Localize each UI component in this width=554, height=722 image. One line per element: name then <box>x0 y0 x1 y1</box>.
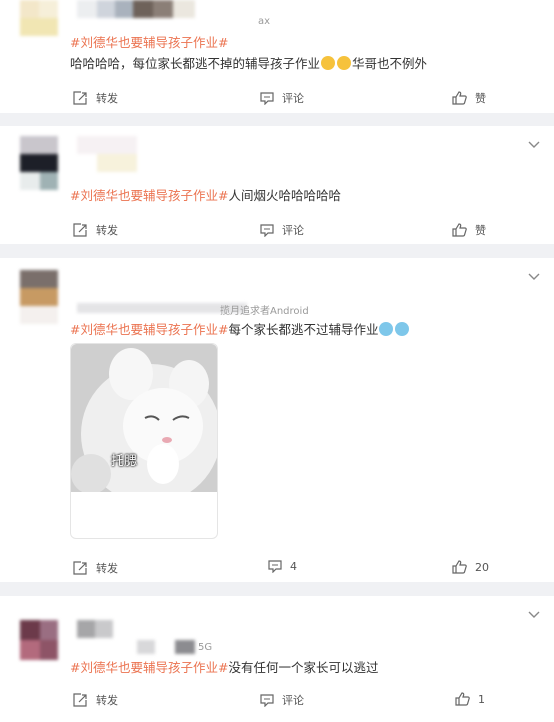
hashtag-link[interactable]: #刘德华也要辅导孩子作业# <box>70 660 228 675</box>
post-card: 5G #刘德华也要辅导孩子作业#没有任何一个家长可以逃过 转发 评论 1 <box>0 596 554 722</box>
laughing-emoji-icon <box>321 56 336 70</box>
avatar[interactable] <box>20 270 58 324</box>
comment-button[interactable]: 评论 <box>260 692 304 708</box>
post-image[interactable]: 托腮 <box>70 343 218 539</box>
comment-icon <box>268 560 282 573</box>
like-button[interactable]: 赞 <box>452 90 486 106</box>
crying-emoji-icon <box>379 322 394 336</box>
post-text: 哈哈哈哈，每位家长都逃不掉的辅导孩子作业 华哥也不例外 <box>70 56 428 71</box>
repost-button[interactable]: 转发 <box>72 222 118 238</box>
crying-emoji-icon <box>395 322 410 336</box>
avatar[interactable] <box>20 0 58 36</box>
thumbs-up-icon <box>455 692 470 706</box>
chevron-down-icon[interactable] <box>528 141 540 149</box>
post-text: #刘德华也要辅导孩子作业#人间烟火哈哈哈哈哈 <box>70 188 341 203</box>
like-button[interactable]: 20 <box>452 560 489 574</box>
avatar[interactable] <box>20 136 58 190</box>
post-text: #刘德华也要辅导孩子作业#每个家长都逃不过辅导作业 <box>70 322 410 338</box>
thumbs-up-icon <box>452 223 467 237</box>
post-meta: 揽月追求者Android <box>220 306 309 317</box>
cat-image: 托腮 <box>71 344 217 492</box>
share-icon <box>72 561 88 575</box>
repost-button[interactable]: 转发 <box>72 560 118 576</box>
hashtag-link[interactable]: #刘德华也要辅导孩子作业# <box>70 322 228 337</box>
share-icon <box>72 91 88 105</box>
post-meta: 5G <box>198 642 213 653</box>
image-caption: 托腮 <box>111 454 138 469</box>
chevron-down-icon[interactable] <box>528 273 540 281</box>
post-meta: ax <box>258 16 271 27</box>
share-icon <box>72 693 88 707</box>
like-button[interactable]: 赞 <box>452 222 486 238</box>
post-card: ax #刘德华也要辅导孩子作业# 哈哈哈哈，每位家长都逃不掉的辅导孩子作业 华哥也… <box>0 0 554 113</box>
share-icon <box>72 223 88 237</box>
comment-button[interactable]: 4 <box>268 560 297 573</box>
thumbs-up-icon <box>452 91 467 105</box>
post-card: #刘德华也要辅导孩子作业#人间烟火哈哈哈哈哈 转发 评论 赞 <box>0 126 554 244</box>
post-text: #刘德华也要辅导孩子作业# <box>70 35 228 51</box>
laughing-emoji-icon <box>337 56 352 70</box>
chevron-down-icon[interactable] <box>528 611 540 619</box>
avatar[interactable] <box>20 620 58 660</box>
username[interactable] <box>77 0 195 18</box>
hashtag-link[interactable]: #刘德华也要辅导孩子作业# <box>70 35 228 50</box>
comment-button[interactable]: 评论 <box>260 222 304 238</box>
username[interactable] <box>77 136 137 172</box>
comment-button[interactable]: 评论 <box>260 90 304 106</box>
repost-button[interactable]: 转发 <box>72 90 118 106</box>
comment-icon <box>260 223 274 237</box>
username[interactable] <box>77 620 197 654</box>
like-button[interactable]: 1 <box>455 692 485 706</box>
post-card: 揽月追求者Android #刘德华也要辅导孩子作业#每个家长都逃不过辅导作业 托… <box>0 258 554 582</box>
repost-button[interactable]: 转发 <box>72 692 118 708</box>
post-text: #刘德华也要辅导孩子作业#没有任何一个家长可以逃过 <box>70 660 379 675</box>
comment-icon <box>260 693 274 707</box>
comment-icon <box>260 91 274 105</box>
thumbs-up-icon <box>452 560 467 574</box>
hashtag-link[interactable]: #刘德华也要辅导孩子作业# <box>70 188 228 203</box>
